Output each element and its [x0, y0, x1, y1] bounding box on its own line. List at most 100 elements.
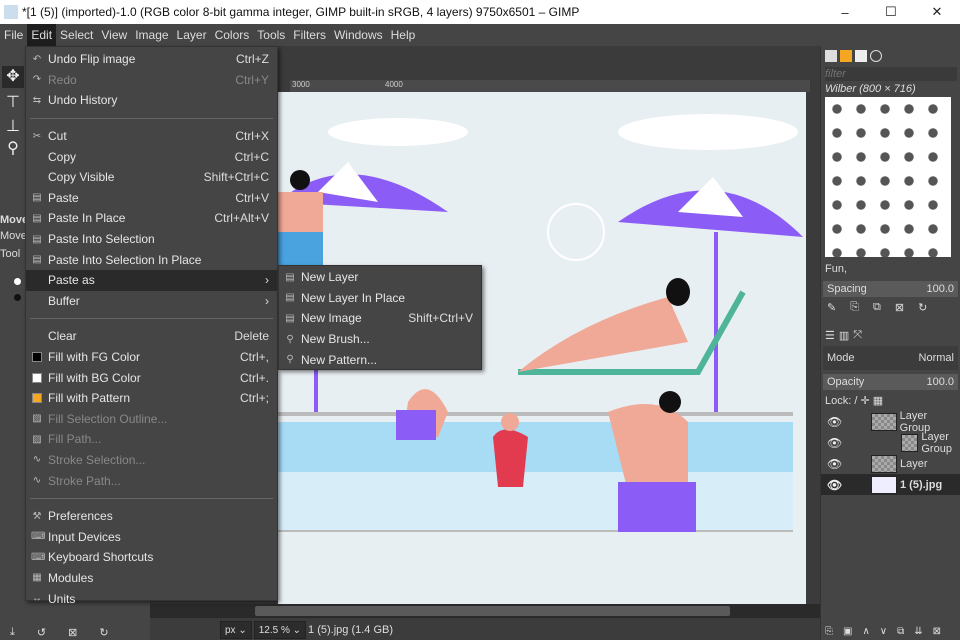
menu-tools[interactable]: Tools: [253, 24, 289, 46]
menu-layer[interactable]: Layer: [173, 24, 211, 46]
menu-item-paste-into-selection[interactable]: ▤ Paste Into Selection: [26, 229, 277, 250]
brush-grid[interactable]: [825, 97, 951, 257]
paths-tab-icon[interactable]: ⤧: [853, 329, 862, 342]
layer-row[interactable]: 👁 Layer: [821, 453, 960, 474]
menu-item-undo-flip-image[interactable]: ↶ Undo Flip image Ctrl+Z: [26, 49, 277, 70]
patterns-tab-icon[interactable]: [840, 50, 852, 62]
menu-item-paste-in-place[interactable]: ▤ Paste In Place Ctrl+Alt+V: [26, 208, 277, 229]
brush-tag-select[interactable]: Fun,: [821, 257, 960, 281]
duplicate-layer-icon[interactable]: ⧉: [897, 626, 904, 637]
brush-filter-input[interactable]: [825, 67, 957, 81]
raise-layer-icon[interactable]: ∧: [862, 626, 869, 637]
scrollbar-thumb[interactable]: [255, 606, 730, 616]
merge-layer-icon[interactable]: ⇊: [914, 626, 922, 637]
brushes-tab-icon[interactable]: [825, 50, 837, 62]
menu-item-paste-into-selection-in-place[interactable]: ▤ Paste Into Selection In Place: [26, 249, 277, 270]
unit-select[interactable]: px ⌄: [220, 621, 252, 639]
menu-item-preferences[interactable]: ⚒ Preferences: [26, 506, 277, 527]
menu-item-paste[interactable]: ▤ Paste Ctrl+V: [26, 188, 277, 209]
menu-colors[interactable]: Colors: [211, 24, 254, 46]
eye-icon[interactable]: 👁: [827, 436, 847, 450]
menu-item-fill-with-pattern[interactable]: Fill with Pattern Ctrl+;: [26, 388, 277, 409]
new-group-icon[interactable]: ▣: [843, 626, 852, 637]
new-layer-icon: ▤: [285, 312, 295, 324]
submenu-item-new-layer[interactable]: ▤ New Layer: [279, 267, 481, 288]
layer-mode-select[interactable]: Mode Normal: [823, 346, 958, 370]
menu-item-fill-path[interactable]: ▨ Fill Path...: [26, 429, 277, 450]
submenu-item-new-image[interactable]: ▤ New Image Shift+Ctrl+V: [279, 308, 481, 329]
menu-item-buffer[interactable]: Buffer ›: [26, 291, 277, 312]
refresh-brush-icon[interactable]: ↻: [918, 301, 927, 314]
new-layer-icon[interactable]: ⎘: [825, 626, 833, 637]
radio-icon[interactable]: [14, 278, 21, 285]
menu-item-cut[interactable]: ✂ Cut Ctrl+X: [26, 126, 277, 147]
eye-icon[interactable]: 👁: [827, 478, 847, 492]
move-tool-icon[interactable]: ✥: [2, 66, 24, 88]
maximize-button[interactable]: ☐: [868, 0, 914, 24]
delete-layer-icon[interactable]: ⊠: [933, 626, 941, 637]
align-tool-icon[interactable]: ⊤: [2, 92, 24, 114]
submenu-item-new-pattern[interactable]: ⚲ New Pattern...: [279, 349, 481, 370]
lock-pixels-icon[interactable]: /: [854, 395, 857, 407]
new-brush-icon[interactable]: ⎘: [850, 301, 859, 313]
close-button[interactable]: ✕: [914, 0, 960, 24]
menu-item-label: Preferences: [48, 509, 113, 524]
eye-icon[interactable]: 👁: [827, 457, 847, 471]
menu-item-label: Paste as: [48, 273, 95, 288]
layers-tab-icon[interactable]: ☰: [825, 329, 835, 342]
menu-item-copy-visible[interactable]: Copy Visible Shift+Ctrl+C: [26, 167, 277, 188]
menu-item-fill-with-fg-color[interactable]: Fill with FG Color Ctrl+,: [26, 347, 277, 368]
radio-icon[interactable]: [14, 294, 21, 301]
submenu-item-new-layer-in-place[interactable]: ▤ New Layer In Place: [279, 288, 481, 309]
menu-item-keyboard-shortcuts[interactable]: ⌨ Keyboard Shortcuts: [26, 547, 277, 568]
menu-item-label: New Layer In Place: [301, 290, 406, 305]
menu-item-label: Units: [48, 591, 76, 606]
menu-item-undo-history[interactable]: ⇆ Undo History: [26, 90, 277, 111]
menu-filters[interactable]: Filters: [289, 24, 330, 46]
menu-edit[interactable]: Edit: [27, 24, 57, 46]
brush-name: Wilber (800 × 716): [825, 83, 916, 95]
menu-item-copy[interactable]: Copy Ctrl+C: [26, 146, 277, 167]
fonts-tab-icon[interactable]: [855, 50, 867, 62]
menu-item-units[interactable]: ↔ Units: [26, 588, 277, 609]
menu-item-redo[interactable]: ↷ Redo Ctrl+Y: [26, 70, 277, 91]
help-tab-icon[interactable]: [870, 50, 882, 62]
layer-row[interactable]: 👁 Layer Group: [821, 410, 960, 434]
menu-item-paste-as[interactable]: Paste as ›: [26, 269, 277, 291]
menu-help[interactable]: Help: [387, 24, 420, 46]
crop-tool-icon[interactable]: ⊥: [2, 116, 24, 138]
lock-alpha-icon[interactable]: ▦: [873, 395, 883, 407]
eye-icon[interactable]: 👁: [827, 415, 847, 429]
submenu-item-new-brush[interactable]: ⚲ New Brush...: [279, 329, 481, 350]
menu-item-modules[interactable]: ▦ Modules: [26, 568, 277, 589]
restore-icon[interactable]: ↺: [37, 626, 46, 639]
opacity-slider[interactable]: Opacity 100.0: [823, 374, 958, 390]
spacing-slider[interactable]: Spacing 100.0: [823, 281, 958, 297]
reset-icon[interactable]: ↻: [99, 626, 108, 639]
lock-position-icon[interactable]: ✛: [860, 395, 869, 407]
zoom-select[interactable]: 12.5 % ⌄: [253, 621, 307, 639]
minimize-button[interactable]: –: [822, 0, 868, 24]
menu-item-input-devices[interactable]: ⌨ Input Devices: [26, 526, 277, 547]
edit-brush-icon[interactable]: ✎: [827, 301, 836, 314]
menu-item-stroke-path[interactable]: ∿ Stroke Path...: [26, 470, 277, 491]
menu-select[interactable]: Select: [56, 24, 97, 46]
duplicate-brush-icon[interactable]: ⧉: [873, 301, 881, 313]
layer-row[interactable]: 👁 1 (5).jpg: [821, 474, 960, 495]
layer-row[interactable]: 👁 Layer Group: [821, 431, 960, 455]
menu-image[interactable]: Image: [131, 24, 172, 46]
menu-item-stroke-selection[interactable]: ∿ Stroke Selection...: [26, 450, 277, 471]
menu-view[interactable]: View: [97, 24, 131, 46]
delete-icon[interactable]: ⊠: [68, 626, 77, 639]
menu-windows[interactable]: Windows: [330, 24, 387, 46]
delete-brush-icon[interactable]: ⊠: [895, 301, 904, 314]
zoom-tool-icon[interactable]: ⚲: [2, 138, 24, 160]
menu-item-clear[interactable]: Clear Delete: [26, 326, 277, 347]
horizontal-ruler[interactable]: 3000 4000: [290, 80, 810, 92]
save-options-icon[interactable]: ⤓: [10, 626, 15, 639]
menu-file[interactable]: File: [0, 24, 27, 46]
menu-item-fill-selection-outline[interactable]: ▨ Fill Selection Outline...: [26, 409, 277, 430]
channels-tab-icon[interactable]: ▥: [839, 329, 849, 342]
menu-item-fill-with-bg-color[interactable]: Fill with BG Color Ctrl+.: [26, 367, 277, 388]
lower-layer-icon[interactable]: ∨: [880, 626, 887, 637]
